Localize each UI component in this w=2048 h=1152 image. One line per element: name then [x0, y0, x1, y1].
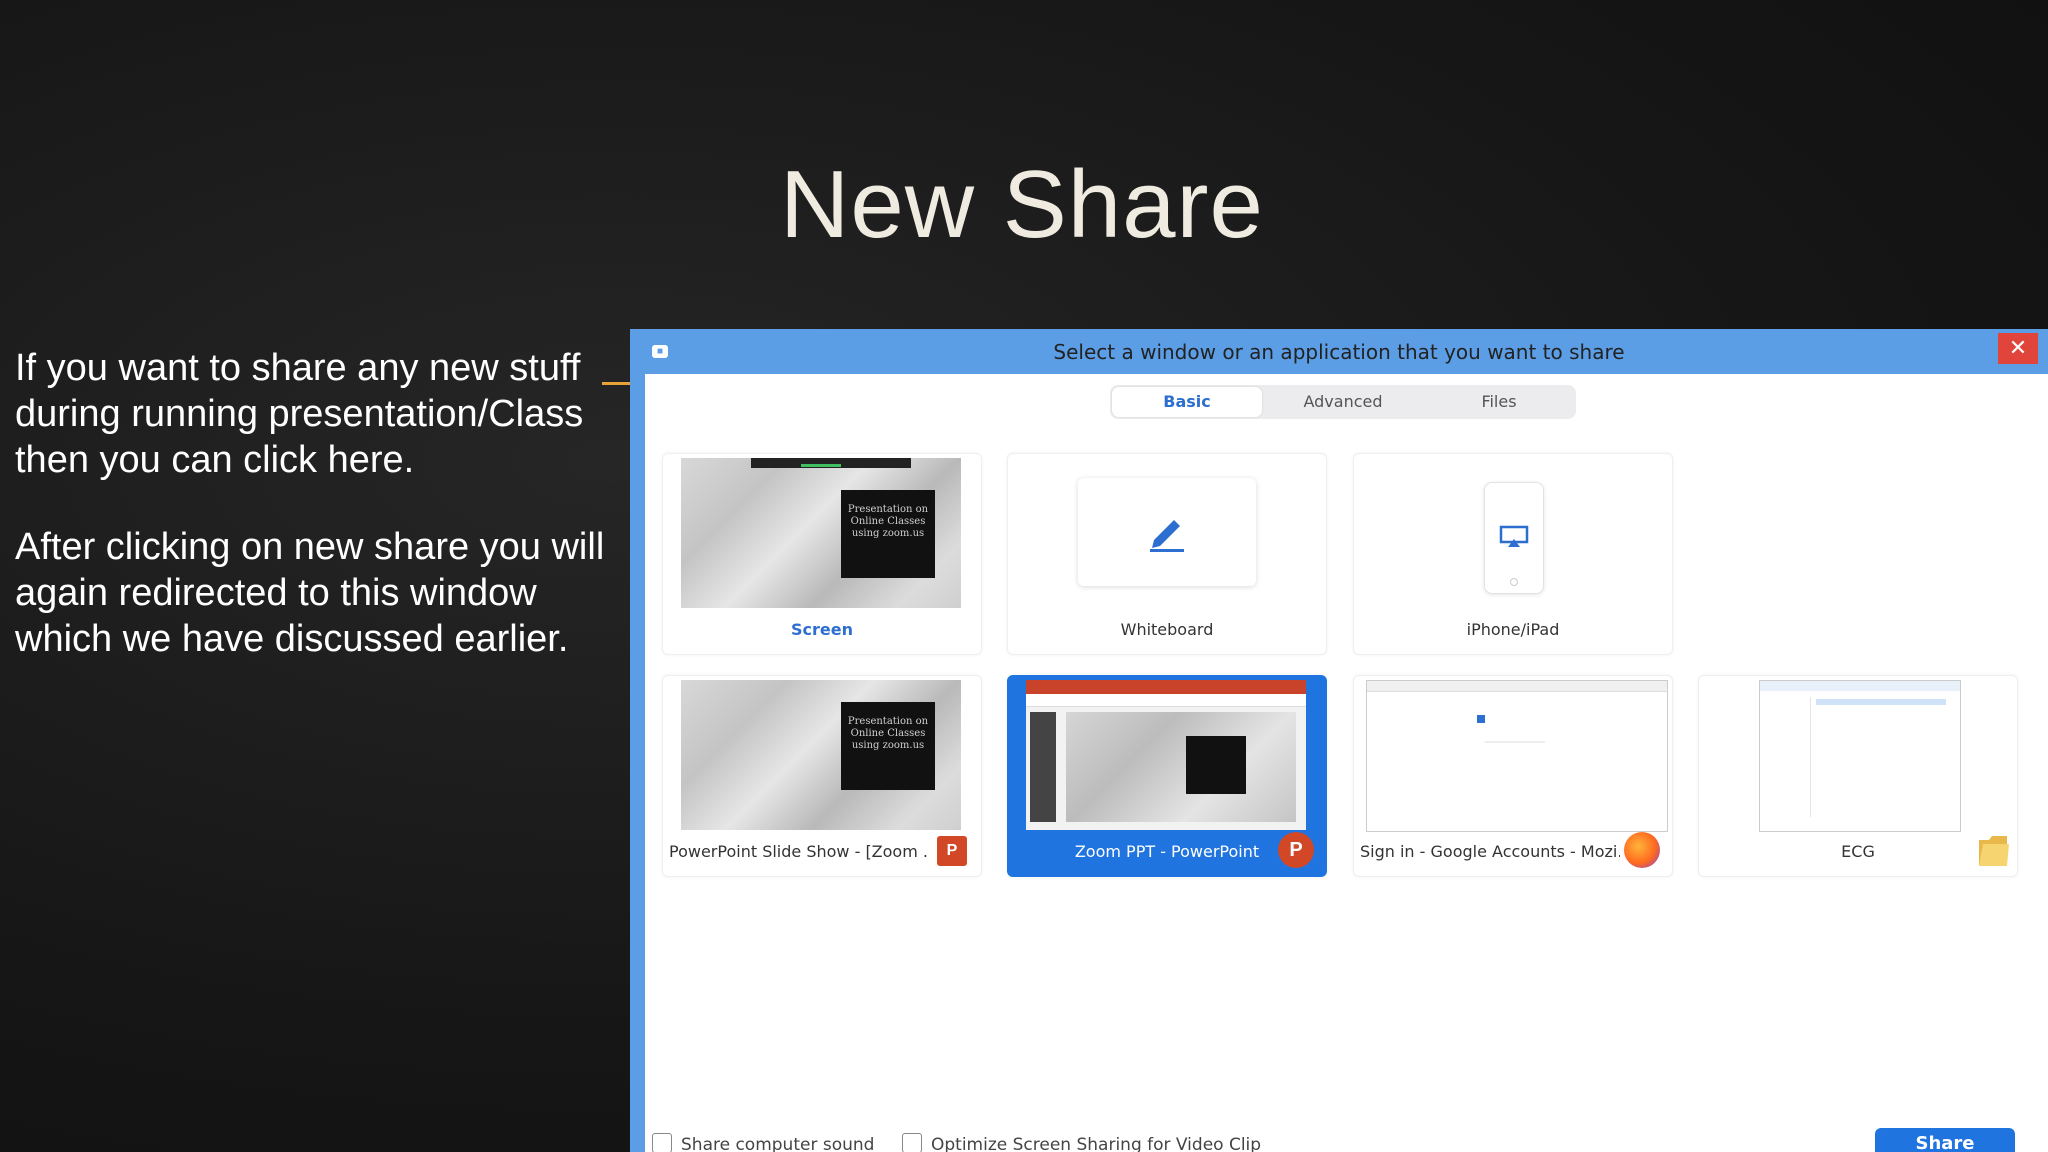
- dialog-left-border: [630, 329, 645, 1152]
- signin-form: [1485, 741, 1545, 803]
- slide-title-card: [1186, 736, 1246, 794]
- share-dialog: ■ Select a window or an application that…: [630, 329, 2048, 1152]
- pointer-line: [602, 382, 632, 385]
- explorer-selected-row: [1816, 699, 1946, 705]
- share-button[interactable]: Share: [1875, 1128, 2015, 1152]
- pencil-icon: [1150, 520, 1184, 552]
- explorer-window-thumbnail: [1759, 680, 1961, 832]
- signin-logo: [1477, 715, 1485, 723]
- slide-canvas: [1066, 712, 1296, 822]
- explorer-toolbar: [1760, 681, 1960, 691]
- tile-ecg-folder[interactable]: ECG: [1698, 675, 2018, 877]
- browser-toolbar: [1367, 681, 1667, 692]
- zoom-toolbar-strip: [751, 458, 911, 468]
- optimize-video-option[interactable]: Optimize Screen Sharing for Video Clip: [902, 1133, 1261, 1152]
- powerpoint-file-icon: P: [937, 836, 967, 866]
- tile-label: Sign in - Google Accounts - Mozi...: [1360, 842, 1620, 861]
- explanation-paragraph-2: After clicking on new share you will aga…: [15, 526, 605, 660]
- powerpoint-window-thumbnail: [1026, 680, 1306, 830]
- powerpoint-toolbar: [1026, 694, 1306, 707]
- share-sound-checkbox[interactable]: [652, 1133, 672, 1152]
- tile-firefox-google-signin[interactable]: Sign in - Google Accounts - Mozi...: [1353, 675, 1673, 877]
- home-button-icon: [1510, 578, 1518, 586]
- tile-whiteboard[interactable]: Whiteboard: [1007, 453, 1327, 655]
- tile-screen[interactable]: Presentation on Online Classes using zoom.…: [662, 453, 982, 655]
- tile-label: Whiteboard: [1120, 620, 1214, 639]
- whiteboard-card: [1078, 478, 1256, 586]
- tile-iphone-ipad[interactable]: iPhone/iPad: [1353, 453, 1673, 655]
- optimize-checkbox[interactable]: [902, 1133, 922, 1152]
- dialog-title: Select a window or an application that y…: [1053, 340, 1625, 364]
- browser-window-thumbnail: [1366, 680, 1668, 832]
- tile-label: Screen: [791, 620, 853, 639]
- optimize-label: Optimize Screen Sharing for Video Clip: [931, 1135, 1262, 1152]
- airplay-icon: [1499, 525, 1529, 547]
- firefox-icon: [1624, 832, 1660, 868]
- explorer-nav-pane: [1764, 697, 1811, 817]
- share-computer-sound-option[interactable]: Share computer sound: [652, 1133, 874, 1152]
- slide-sorter-panel: [1030, 712, 1056, 822]
- phone-frame: [1484, 482, 1544, 594]
- powerpoint-app-icon: P: [1278, 832, 1314, 868]
- folder-icon: [1979, 836, 2009, 866]
- tile-label: ECG: [1841, 842, 1875, 861]
- slideshow-thumbnail: Presentation on Online Classes using zoom.…: [681, 680, 961, 830]
- tile-zoom-ppt-powerpoint[interactable]: Zoom PPT - PowerPoint P: [1007, 675, 1327, 877]
- tile-powerpoint-slideshow[interactable]: Presentation on Online Classes using zoom.…: [662, 675, 982, 877]
- slide-thumbnail-card: Presentation on Online Classes using zoom.…: [841, 490, 935, 578]
- share-sound-label: Share computer sound: [681, 1135, 875, 1152]
- slide-title: New Share: [780, 151, 1264, 258]
- screen-thumbnail: Presentation on Online Classes using zoom.…: [681, 458, 961, 608]
- tile-label: iPhone/iPad: [1466, 620, 1560, 639]
- dialog-titlebar[interactable]: ■ Select a window or an application that…: [630, 329, 2048, 374]
- slide-thumbnail-card: Presentation on Online Classes using zoom.…: [841, 702, 935, 790]
- tab-files[interactable]: Files: [1424, 387, 1574, 417]
- tile-label: PowerPoint Slide Show - [Zoom ...: [669, 842, 929, 861]
- tab-basic[interactable]: Basic: [1112, 387, 1262, 417]
- tab-advanced[interactable]: Advanced: [1268, 387, 1418, 417]
- share-tabs: Basic Advanced Files: [1110, 385, 1576, 419]
- powerpoint-ribbon: [1026, 680, 1306, 694]
- explanation-paragraph-1: If you want to share any new stuff durin…: [15, 347, 584, 481]
- close-button[interactable]: ✕: [1998, 333, 2038, 364]
